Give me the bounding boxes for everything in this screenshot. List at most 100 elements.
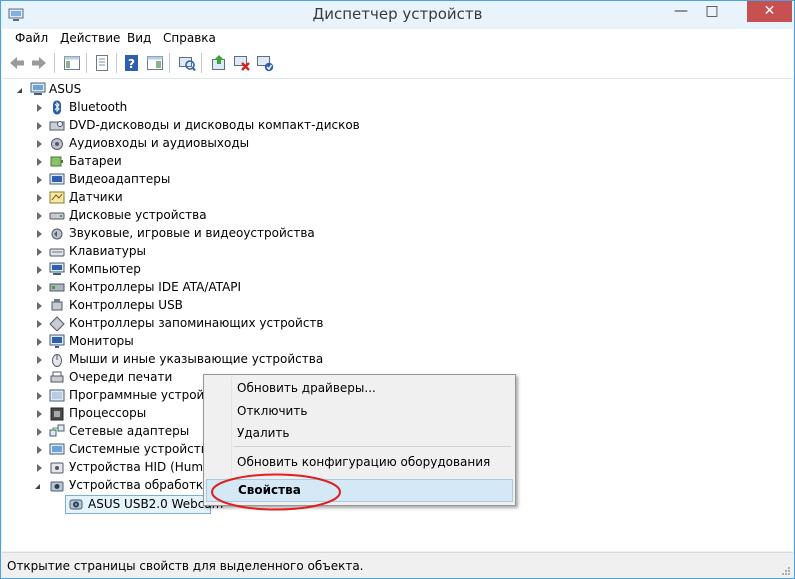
device-category-icon <box>50 462 64 474</box>
expand-arrow-icon[interactable] <box>37 392 42 400</box>
expand-arrow-icon[interactable] <box>37 338 42 346</box>
close-button[interactable]: ✕ <box>747 1 792 22</box>
device-category-icon <box>51 138 63 150</box>
context-menu-scan-hardware-label: Обновить конфигурацию оборудования <box>237 455 491 469</box>
back-arrow-icon[interactable] <box>8 54 26 72</box>
expand-arrow-icon[interactable] <box>37 356 42 364</box>
tree-category-label: Сетевые адаптеры <box>69 424 190 438</box>
properties-icon[interactable] <box>93 54 111 72</box>
expand-arrow-icon[interactable] <box>37 140 42 148</box>
tree-category-item[interactable]: Программные устройст <box>2 387 218 405</box>
resize-grip-icon[interactable] <box>781 566 791 576</box>
expand-arrow-icon[interactable] <box>37 194 42 202</box>
show-hide-tree-icon[interactable] <box>63 54 81 72</box>
maximize-button[interactable]: □ <box>698 1 726 21</box>
expand-arrow-icon[interactable] <box>37 266 42 274</box>
tree-category-item[interactable]: Батареи <box>2 153 332 171</box>
expand-arrow-icon[interactable] <box>37 464 42 472</box>
tree-category-label: Мониторы <box>69 334 134 348</box>
tree-category-item[interactable]: Системные устройства <box>2 441 215 459</box>
context-menu-update-drivers[interactable]: Обновить драйверы... <box>206 377 511 399</box>
enable-device-icon[interactable] <box>256 54 274 72</box>
forward-arrow-icon[interactable] <box>30 54 48 72</box>
expand-arrow-icon[interactable] <box>37 284 42 292</box>
tree-category-label: Компьютер <box>69 262 141 276</box>
tree-category-label: Аудиовходы и аудиовыходы <box>69 136 250 150</box>
help-icon[interactable]: ? <box>123 54 141 72</box>
tree-category-item[interactable]: Дисковые устройства <box>2 207 332 225</box>
tree-root[interactable]: ASUS <box>2 81 302 99</box>
expand-arrow-icon[interactable] <box>37 320 42 328</box>
expand-arrow-icon[interactable] <box>37 428 42 436</box>
expand-arrow-icon[interactable] <box>37 248 42 256</box>
tree-category-item[interactable]: Мыши и иные указывающие устройства <box>2 351 332 369</box>
device-category-icon <box>49 212 65 220</box>
context-menu-scan-hardware[interactable]: Обновить конфигурацию оборудования <box>206 451 511 473</box>
tree-category-label: Системные устройства <box>69 442 216 456</box>
tree-category-item[interactable]: Мониторы <box>2 333 332 351</box>
collapse-arrow-icon[interactable] <box>17 88 22 93</box>
tree-category-item[interactable]: Сетевые адаптеры <box>2 423 202 441</box>
expand-arrow-icon[interactable] <box>37 212 42 220</box>
device-category-icon <box>50 156 63 167</box>
tree-category-item[interactable]: Устройства обработки и <box>2 477 223 495</box>
menu-file[interactable]: Файл <box>15 31 48 45</box>
tree-category-item[interactable]: Компьютер <box>2 261 332 279</box>
menu-help[interactable]: Справка <box>163 31 216 45</box>
collapse-arrow-icon[interactable] <box>35 484 40 489</box>
device-category-icon <box>49 424 65 437</box>
tree-category-item[interactable]: Устройства HID (Human <box>2 459 218 477</box>
tree-category-label: Мыши и иные указывающие устройства <box>69 352 324 366</box>
minimize-button[interactable]: — <box>667 1 695 21</box>
scan-hardware-icon[interactable] <box>178 54 196 72</box>
context-menu-separator <box>234 446 511 447</box>
expand-arrow-icon[interactable] <box>37 302 42 310</box>
toolbar-separator <box>54 53 55 73</box>
update-driver-icon[interactable] <box>210 54 228 72</box>
expand-arrow-icon[interactable] <box>37 104 42 112</box>
tree-category-label: Датчики <box>69 190 123 204</box>
tree-category-label: Видеоадаптеры <box>69 172 171 186</box>
menu-action[interactable]: Действие <box>60 31 120 45</box>
expand-arrow-icon[interactable] <box>37 446 42 454</box>
tree-category-label: Контроллеры запоминающих устройств <box>69 316 324 330</box>
computer-icon <box>30 82 46 95</box>
tree-category-item[interactable]: Очереди печати <box>2 369 202 387</box>
device-category-icon <box>49 262 65 275</box>
menu-view[interactable]: Вид <box>127 31 151 45</box>
tree-category-label: Звуковые, игровые и видеоустройства <box>69 226 315 240</box>
expand-arrow-icon[interactable] <box>37 176 42 184</box>
expand-arrow-icon[interactable] <box>37 410 42 418</box>
tree-category-item[interactable]: Контроллеры USB <box>2 297 332 315</box>
context-menu-remove[interactable]: Удалить <box>206 422 511 444</box>
tree-category-item[interactable]: Bluetooth <box>2 99 332 117</box>
tree-category-item[interactable]: Клавиатуры <box>2 243 332 261</box>
device-category-icon <box>50 407 64 421</box>
device-category-icon <box>49 121 65 131</box>
tree-category-item[interactable]: Видеоадаптеры <box>2 171 332 189</box>
device-category-icon <box>51 228 63 240</box>
expand-arrow-icon[interactable] <box>37 158 42 166</box>
toolbar-separator <box>86 53 87 73</box>
tree-category-item[interactable]: Контроллеры запоминающих устройств <box>2 315 332 333</box>
disable-device-icon[interactable] <box>233 54 251 72</box>
context-menu-disable[interactable]: Отключить <box>206 400 511 422</box>
expand-arrow-icon[interactable] <box>37 122 42 130</box>
tree-category-item[interactable]: Процессоры <box>2 405 202 423</box>
tree-category-label: Контроллеры IDE ATA/ATAPI <box>69 280 242 294</box>
expand-arrow-icon[interactable] <box>37 230 42 238</box>
device-category-icon <box>49 191 65 204</box>
tree-category-item[interactable]: Аудиовходы и аудиовыходы <box>2 135 332 153</box>
action-pane-icon[interactable] <box>146 54 164 72</box>
tree-category-item[interactable]: Датчики <box>2 189 332 207</box>
tree-category-item[interactable]: DVD-дисководы и дисководы компакт-дисков <box>2 117 360 135</box>
tree-category-label: Дисковые устройства <box>69 208 207 222</box>
tree-category-item[interactable]: Звуковые, игровые и видеоустройства <box>2 225 332 243</box>
tree-category-label: Устройства HID (Human <box>69 460 219 474</box>
tree-category-item[interactable]: Контроллеры IDE ATA/ATAPI <box>2 279 332 297</box>
webcam-icon <box>69 499 83 510</box>
title-bar[interactable]: Диспетчер устройств — □ ✕ <box>1 1 794 29</box>
toolbar: ? <box>2 49 793 79</box>
expand-arrow-icon[interactable] <box>37 374 42 382</box>
menu-bar: Файл Действие Вид Справка <box>2 29 793 49</box>
